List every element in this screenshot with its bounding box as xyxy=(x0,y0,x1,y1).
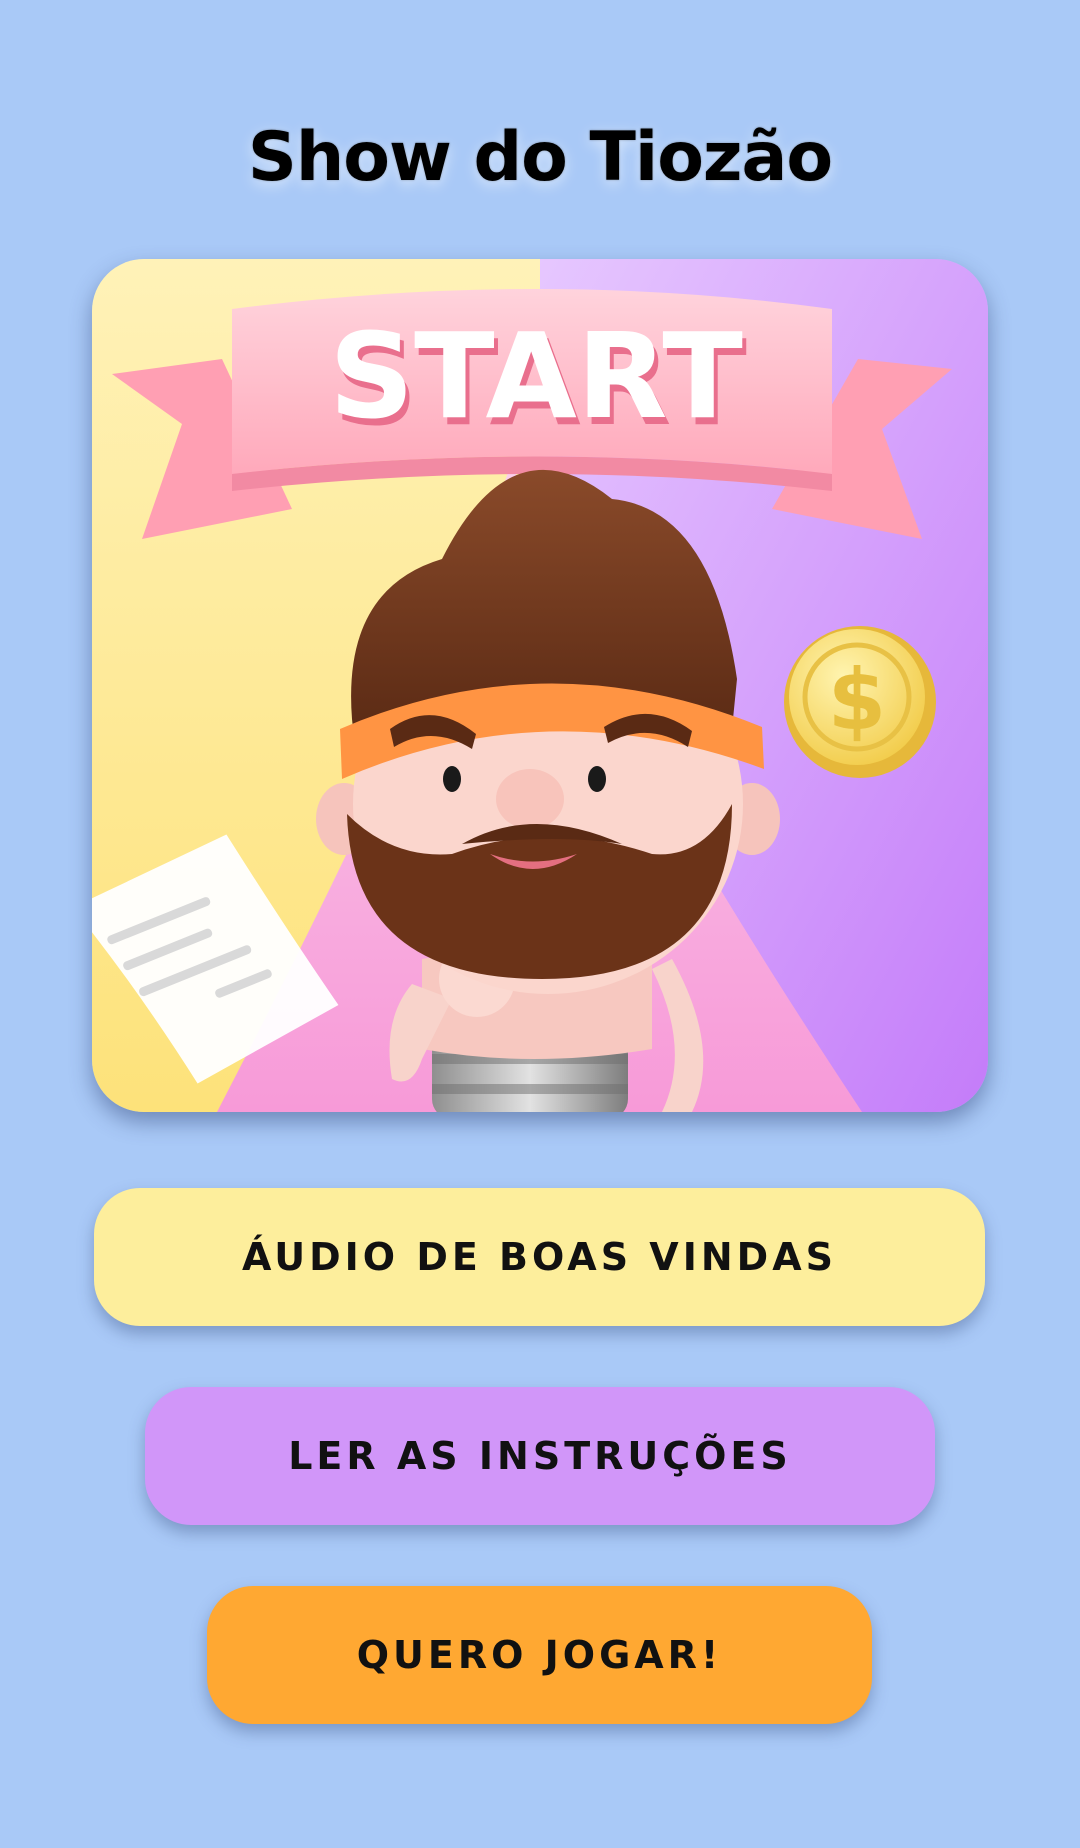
play-button[interactable]: QUERO JOGAR! xyxy=(207,1586,872,1724)
welcome-audio-button[interactable]: ÁUDIO DE BOAS VINDAS xyxy=(94,1188,985,1326)
app-title: Show do Tiozão xyxy=(247,118,833,197)
coin-icon: $ xyxy=(784,626,936,778)
read-instructions-button[interactable]: LER AS INSTRUÇÕES xyxy=(145,1387,935,1525)
svg-text:START: START xyxy=(329,307,743,445)
hero-illustration: $ START START xyxy=(92,259,988,1112)
svg-text:$: $ xyxy=(828,651,886,749)
